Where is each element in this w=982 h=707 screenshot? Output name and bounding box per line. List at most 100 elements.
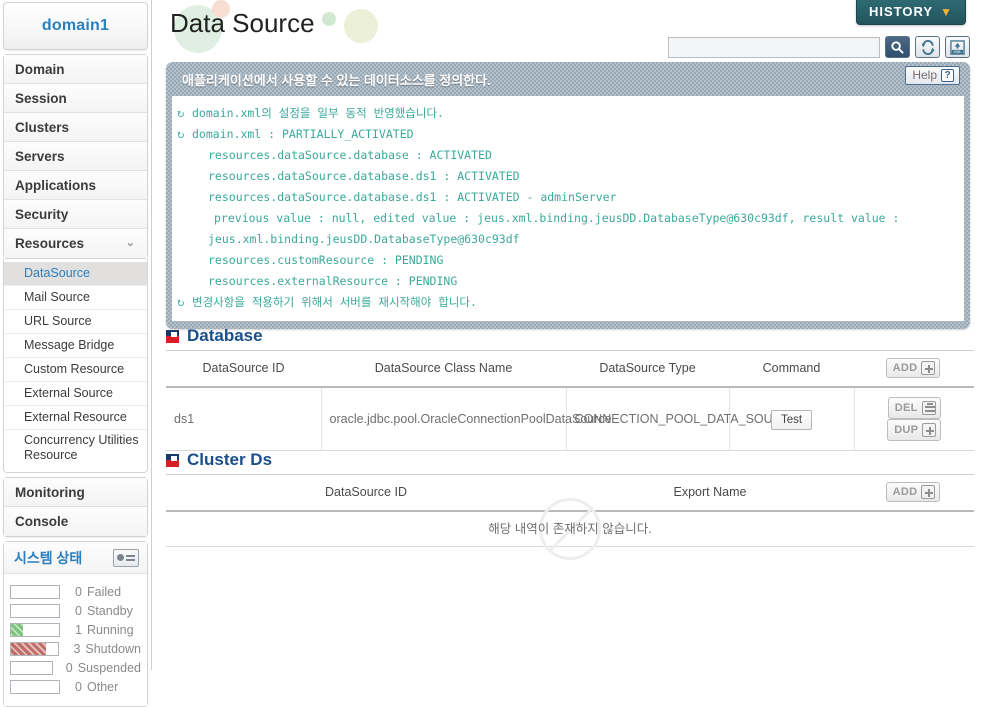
status-label: Standby	[87, 603, 133, 618]
status-count: 0	[75, 679, 82, 694]
status-bar	[10, 660, 53, 675]
sidebar-item-clusters[interactable]: Clusters	[4, 113, 147, 142]
empty-text: 해당 내역이 존재하지 않습니다.	[488, 522, 652, 536]
status-label: Shutdown	[85, 641, 141, 656]
sidebar-item-monitoring[interactable]: Monitoring	[4, 478, 147, 507]
message-text: resources.dataSource.database.ds1 : ACTI…	[208, 169, 520, 183]
sidebar-item-label: Clusters	[15, 120, 70, 135]
cell-class-name: oracle.jdbc.pool.OracleConnectionPoolDat…	[321, 387, 612, 451]
page-header: Data Source HISTORY ▼ XML	[152, 0, 982, 58]
decoration-circle-icon	[322, 12, 336, 26]
status-label: Running	[87, 622, 134, 637]
refresh-icon[interactable]	[915, 36, 940, 58]
database-table: DataSource ID DataSource Class Name Data…	[166, 350, 974, 451]
empty-state: 해당 내역이 존재하지 않습니다.	[166, 498, 974, 560]
sidebar-item-message-bridge[interactable]: Message Bridge	[4, 334, 147, 358]
sidebar-item-session[interactable]: Session	[4, 84, 147, 113]
cell-datasource-type: CONNECTION_POOL_DATA_SOURCE	[566, 387, 799, 451]
sidebar-item-console[interactable]: Console	[4, 507, 147, 536]
sidebar-subitem-label: Mail Source	[24, 290, 90, 304]
sidebar-item-security[interactable]: Security	[4, 200, 147, 229]
test-button[interactable]: Test	[770, 409, 813, 430]
chevron-down-icon: ⌄	[125, 237, 135, 249]
message-line: previous value : null, edited value : je…	[178, 208, 956, 229]
message-line: resources.customResource : PENDING	[178, 250, 956, 271]
decoration-circle-icon	[344, 9, 378, 43]
history-button[interactable]: HISTORY ▼	[856, 0, 966, 25]
toolbar: XML	[668, 36, 970, 58]
system-status-panel: 시스템 상태 0 Failed 0 Standby 1 Running 3 Sh…	[3, 541, 148, 707]
sidebar-item-external-source[interactable]: External Source	[4, 382, 147, 406]
column-header-actions: ADD	[854, 350, 974, 388]
refresh-icon: ↻	[177, 106, 185, 120]
message-line: resources.externalResource : PENDING	[178, 271, 956, 292]
add-button[interactable]: ADD	[885, 482, 941, 502]
sidebar-item-custom-resource[interactable]: Custom Resource	[4, 358, 147, 382]
cell-actions: DEL DUP	[854, 387, 974, 451]
message-line: resources.dataSource.database.ds1 : ACTI…	[178, 166, 956, 187]
cell-datasource-id: ds1	[166, 387, 322, 451]
cluster-ds-section: Cluster Ds DataSource ID Export Name ADD	[166, 450, 974, 560]
message-line: ↻ domain.xml의 설정을 일부 동적 반영했습니다.	[177, 103, 956, 124]
sidebar-subitem-label: Custom Resource	[24, 362, 125, 376]
sidebar-item-url-source[interactable]: URL Source	[4, 310, 147, 334]
sidebar-item-datasource[interactable]: DataSource	[4, 262, 147, 286]
message-list: ↻ domain.xml의 설정을 일부 동적 반영했습니다. ↻ domain…	[172, 96, 964, 321]
plus-icon	[921, 485, 936, 499]
status-count: 0	[75, 603, 82, 618]
message-text: previous value : null, edited value : je…	[214, 211, 900, 225]
column-header-class-name: DataSource Class Name	[321, 350, 566, 388]
sidebar-item-external-resource[interactable]: External Resource	[4, 406, 147, 430]
status-row-standby: 0 Standby	[10, 601, 141, 620]
help-button[interactable]: Help ?	[905, 66, 960, 85]
main-content: Data Source HISTORY ▼ XML 애플리케이션에서 사용할 수…	[152, 0, 982, 670]
sidebar-item-servers[interactable]: Servers	[4, 142, 147, 171]
message-line: ↻ 변경사항을 적용하기 위해서 서버를 재시작해야 합니다.	[177, 292, 956, 313]
help-label: Help	[912, 68, 937, 82]
stack-icon	[921, 401, 936, 415]
section-title: Database	[187, 326, 263, 345]
sidebar-item-applications[interactable]: Applications	[4, 171, 147, 200]
monitor-icon[interactable]	[113, 548, 139, 567]
status-row-running: 1 Running	[10, 620, 141, 639]
message-line: resources.dataSource.database.ds1 : ACTI…	[178, 187, 956, 208]
status-count: 0	[75, 584, 82, 599]
sidebar-item-concurrency-utilities-resource[interactable]: Concurrency Utilities Resource	[4, 430, 147, 466]
svg-text:XML: XML	[953, 49, 962, 54]
column-header-command: Command	[729, 350, 854, 388]
add-label: ADD	[892, 362, 918, 374]
section-marker-icon	[166, 329, 179, 343]
status-row-other: 0 Other	[10, 677, 141, 696]
sidebar-subitem-label: Message Bridge	[24, 338, 115, 352]
message-text: domain.xml : PARTIALLY_ACTIVATED	[192, 127, 414, 141]
message-heading-text: 애플리케이션에서 사용할 수 있는 데이터소스를 정의한다.	[182, 73, 491, 88]
table-header-row: DataSource ID DataSource Class Name Data…	[166, 350, 974, 388]
sidebar-item-label: Monitoring	[15, 485, 85, 500]
add-label: ADD	[892, 486, 918, 498]
status-bar	[10, 603, 60, 618]
cluster-ds-table: DataSource ID Export Name ADD 해당 내역이 존재하…	[166, 474, 974, 560]
sidebar-item-label: Domain	[15, 62, 65, 77]
column-header-datasource-id: DataSource ID	[166, 350, 321, 388]
message-text: 변경사항을 적용하기 위해서 서버를 재시작해야 합니다.	[192, 295, 477, 309]
message-text: domain.xml의 설정을 일부 동적 반영했습니다.	[192, 106, 444, 120]
status-label: Suspended	[77, 660, 141, 675]
sidebar-item-mail-source[interactable]: Mail Source	[4, 286, 147, 310]
sidebar-item-domain[interactable]: Domain	[4, 55, 147, 84]
delete-label: DEL	[894, 402, 918, 414]
search-icon[interactable]	[885, 36, 910, 58]
add-button[interactable]: ADD	[885, 358, 941, 378]
sidebar-item-resources[interactable]: Resources ⌄	[4, 229, 147, 258]
message-line: resources.dataSource.database : ACTIVATE…	[178, 145, 956, 166]
search-input[interactable]	[668, 36, 880, 58]
sidebar-subitem-label: URL Source	[24, 314, 92, 328]
column-header-export-name: Export Name	[566, 474, 854, 512]
delete-button[interactable]: DEL	[887, 397, 941, 419]
status-count: 3	[73, 641, 81, 656]
system-status-list: 0 Failed 0 Standby 1 Running 3 Shutdown …	[4, 574, 147, 706]
status-count: 1	[75, 622, 82, 637]
xml-export-icon[interactable]: XML	[945, 36, 970, 58]
duplicate-button[interactable]: DUP	[887, 419, 942, 441]
sidebar-item-label: Console	[15, 514, 69, 529]
cluster-ds-section-header: Cluster Ds	[166, 450, 970, 470]
